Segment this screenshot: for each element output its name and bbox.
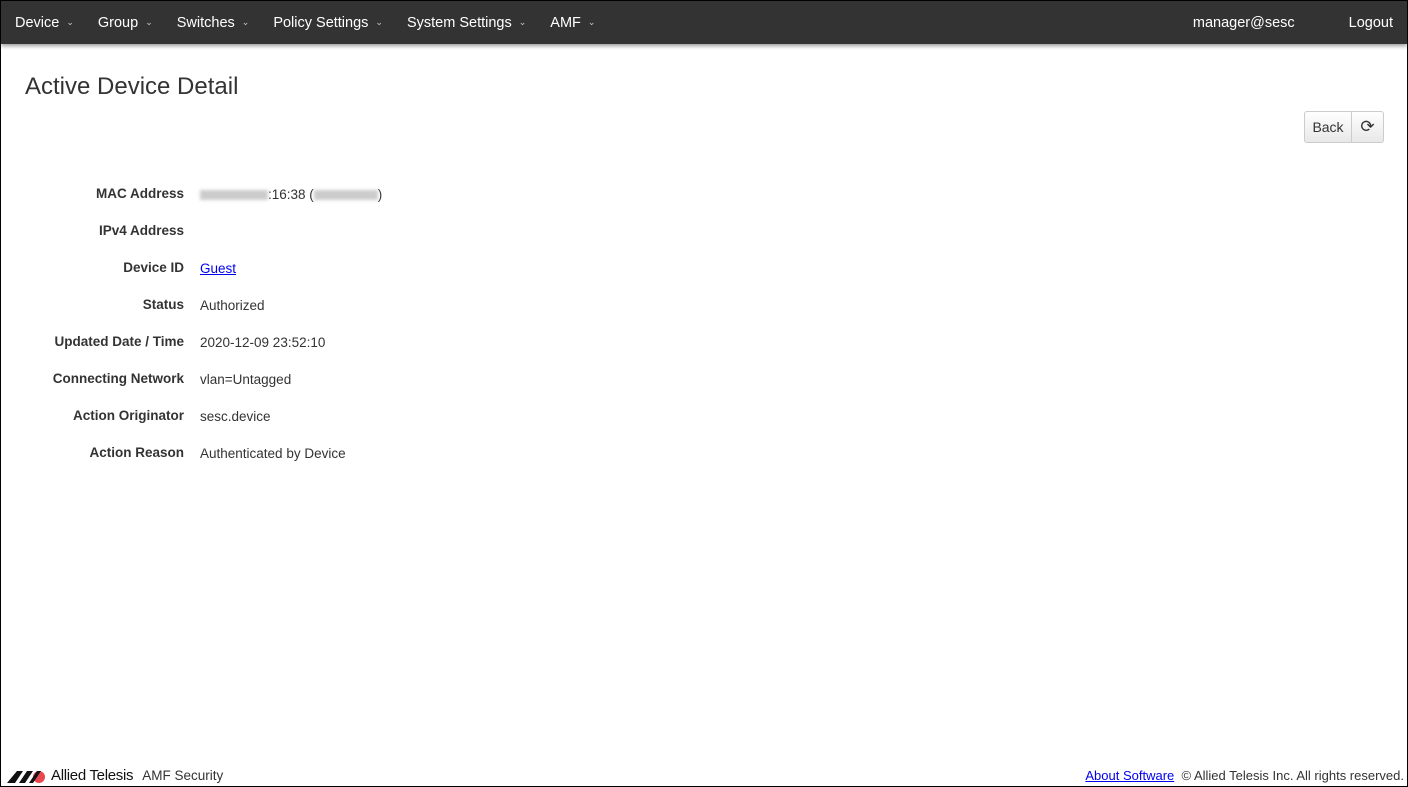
mac-value: :16:38 () (184, 184, 382, 202)
detail-row-status: Status Authorized (1, 295, 382, 332)
device-details: MAC Address:16:38 () IPv4 Address Device… (1, 184, 383, 480)
nav-policy-settings[interactable]: Policy Settings ⌄ (259, 15, 393, 31)
product-name: AMF Security (142, 768, 224, 783)
redacted-mac (200, 190, 268, 201)
top-navbar: Device ⌄ Group ⌄ Switches ⌄ Policy Settings… (1, 1, 1407, 44)
chevron-down-icon: ⌄ (587, 17, 596, 27)
user-menu[interactable]: manager@sesc (1153, 15, 1309, 31)
nav-group[interactable]: Group ⌄ (84, 15, 163, 31)
nav-label: Group (97, 14, 139, 31)
detail-row-ipv4: IPv4 Address (1, 221, 382, 258)
detail-row-mac: MAC Address:16:38 () (1, 184, 382, 221)
mac-label: MAC Address (95, 186, 184, 201)
logo-mark-icon (7, 770, 45, 783)
originator-value: sesc.device (200, 409, 271, 424)
chevron-down-icon: ⌄ (66, 17, 74, 27)
detail-row-updated: Updated Date / Time 2020-12-09 23:52:10 (1, 332, 382, 369)
device-id-link[interactable]: Guest (200, 261, 236, 276)
about-software-link[interactable]: About Software (1085, 768, 1174, 783)
originator-label: Action Originator (73, 408, 184, 423)
ipv4-value (184, 221, 200, 224)
network-label: Connecting Network (52, 371, 184, 386)
chevron-down-icon: ⌄ (145, 17, 153, 27)
nav-switches[interactable]: Switches ⌄ (163, 15, 260, 31)
footer: Allied Telesis AMF Security About Softwa… (7, 767, 1404, 784)
network-value: vlan=Untagged (200, 372, 292, 387)
allied-telesis-logo: Allied Telesis (7, 767, 134, 784)
mac-suffix: :16:38 ( (268, 187, 314, 202)
chevron-down-icon: ⌄ (241, 17, 250, 27)
refresh-icon: ⟳ (1360, 117, 1375, 136)
nav-label: Device (15, 14, 60, 31)
updated-value: 2020-12-09 23:52:10 (200, 335, 326, 350)
mac-close: ) (377, 187, 383, 202)
action-buttons: Back ⟳ (1304, 111, 1384, 143)
refresh-button[interactable]: ⟳ (1352, 111, 1384, 143)
nav-label: System Settings (406, 14, 512, 31)
reason-value: Authenticated by Device (200, 446, 346, 461)
brand-name: Allied Telesis (51, 767, 134, 784)
nav-amf[interactable]: AMF ⌄ (536, 15, 605, 31)
reason-label: Action Reason (89, 445, 184, 460)
status-value: Authorized (200, 298, 265, 313)
detail-row-network: Connecting Network vlan=Untagged (1, 369, 382, 406)
ipv4-label: IPv4 Address (98, 223, 184, 238)
nav-label: Policy Settings (273, 14, 369, 31)
copyright: © Allied Telesis Inc. All rights reserve… (1181, 768, 1405, 783)
nav-system-settings[interactable]: System Settings ⌄ (393, 15, 536, 31)
status-label: Status (142, 297, 184, 312)
detail-row-device-id: Device ID Guest (1, 258, 382, 295)
redacted-vendor (313, 190, 378, 201)
chevron-down-icon: ⌄ (518, 17, 527, 27)
updated-label: Updated Date / Time (54, 334, 184, 349)
nav-device[interactable]: Device ⌄ (1, 15, 84, 31)
page-title: Active Device Detail (25, 73, 239, 100)
detail-row-originator: Action Originator sesc.device (1, 406, 382, 443)
detail-row-reason: Action Reason Authenticated by Device (1, 443, 382, 480)
nav-label: AMF (550, 14, 581, 31)
logout-link[interactable]: Logout (1309, 15, 1407, 31)
back-button[interactable]: Back (1304, 111, 1352, 143)
device-id-label: Device ID (123, 260, 184, 275)
nav-label: Switches (176, 14, 235, 31)
chevron-down-icon: ⌄ (375, 17, 383, 27)
